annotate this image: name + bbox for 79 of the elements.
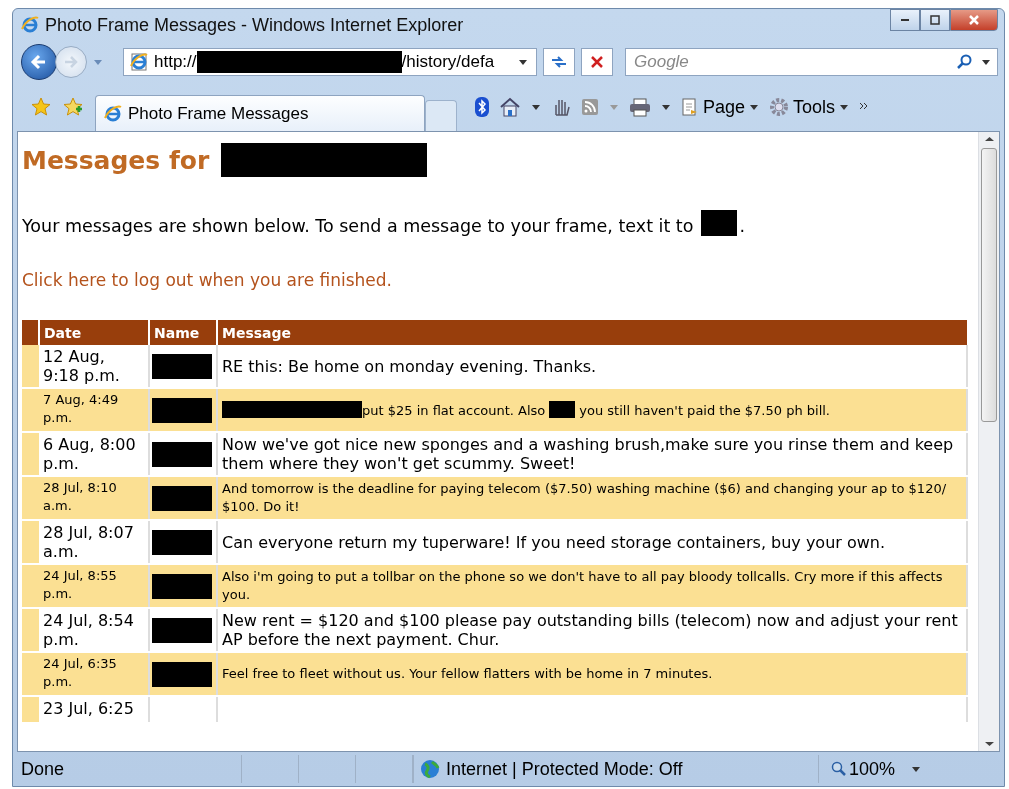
column-header: Message xyxy=(217,320,967,345)
scrollbar[interactable] xyxy=(978,132,999,751)
address-field[interactable]: http:// /history/defa xyxy=(123,48,537,76)
caret-icon xyxy=(839,103,850,111)
row-stripe xyxy=(22,345,39,388)
tools-menu[interactable]: Tools xyxy=(769,96,850,118)
printer-icon[interactable] xyxy=(629,97,651,117)
globe-icon xyxy=(420,759,440,779)
refresh-button[interactable] xyxy=(543,48,575,76)
message-text: Also i'm going to put a tollbar on the phone so we don't have to all pay bloody tollcalls. Cry more if this affects you. xyxy=(222,569,943,602)
message-text: Can everyone return my tuperware! If you need storage containers, buy your own. xyxy=(222,532,886,552)
window-title: Photo Frame Messages - Windows Internet Explorer xyxy=(45,14,464,36)
refresh-icon xyxy=(550,54,568,70)
url-text: /history/defa xyxy=(401,52,495,72)
search-icon[interactable] xyxy=(957,54,973,70)
caret-icon[interactable] xyxy=(911,765,922,773)
browser-logo-icon xyxy=(104,104,122,123)
redaction-bar xyxy=(549,400,576,418)
status-text: Done xyxy=(21,758,66,780)
message-text: RE this: Be home on monday evening. Thanks. xyxy=(222,356,597,376)
page-heading: Messages for xyxy=(22,145,210,175)
page-icon xyxy=(681,98,699,116)
redaction-bar xyxy=(701,210,738,236)
close-icon xyxy=(968,14,980,26)
chevron-icon[interactable] xyxy=(859,102,870,112)
row-stripe xyxy=(22,608,39,652)
table-cell: 24 Jul, 6:35 p.m. xyxy=(39,652,149,696)
tab[interactable]: Photo Frame Messages xyxy=(95,95,425,131)
table-cell: 7 Aug, 4:49 p.m. xyxy=(39,388,149,432)
home-icon[interactable] xyxy=(499,97,521,117)
favorites-star-icon[interactable] xyxy=(31,97,51,117)
table-cell: 28 Jul, 8:10 a.m. xyxy=(39,476,149,520)
minimize-button[interactable] xyxy=(890,9,920,31)
url-text: http:// xyxy=(154,52,197,72)
back-button[interactable] xyxy=(21,44,57,80)
table-cell: 23 Jul, 6:25 xyxy=(39,696,149,722)
stop-icon xyxy=(590,55,604,69)
logout-link[interactable]: Click here to log out when you are finished. xyxy=(22,270,392,290)
message-text: Now we've got nice new sponges and a washing brush,make sure you rinse them and keep them where they won't get scummy. Sweet! xyxy=(222,435,954,473)
minimize-icon xyxy=(901,19,909,21)
message-text: Feel free to fleet without us. Your fellow flatters with be home in 7 minutes. xyxy=(222,666,713,681)
row-stripe xyxy=(22,432,39,476)
table-cell: 24 Jul, 8:55 p.m. xyxy=(39,564,149,608)
page-icon xyxy=(130,53,148,71)
zoom-icon xyxy=(831,761,847,777)
zoom-button[interactable]: 100% xyxy=(831,758,896,780)
caret-icon[interactable] xyxy=(981,58,991,66)
message-text: put $25 in flat account. Also xyxy=(362,402,546,418)
close-button[interactable] xyxy=(950,9,998,31)
column-header: Date xyxy=(39,320,149,345)
row-stripe xyxy=(22,388,39,432)
caret-icon xyxy=(749,103,760,111)
intro-text: . xyxy=(739,216,745,236)
caret-icon[interactable] xyxy=(518,58,528,66)
stop-button[interactable] xyxy=(581,48,613,76)
search-box[interactable]: Google xyxy=(625,48,998,76)
message-text: New rent = $120 and $100 please pay outstanding bills (telecom) now and adjust your rent AP before the next payment. Chur. xyxy=(222,611,958,649)
add-favorite-icon[interactable] xyxy=(63,97,83,117)
page-menu[interactable]: Page xyxy=(681,96,760,118)
feed-icon[interactable] xyxy=(581,98,599,116)
maximize-button[interactable] xyxy=(920,9,950,31)
message-text: And tomorrow is the deadline for paying telecom ($7.50) washing machine ($6) and changing your ap to $120/ $100. Do it! xyxy=(222,481,947,514)
row-stripe xyxy=(22,520,39,564)
scroll-up-icon xyxy=(984,136,994,142)
bluetooth-icon[interactable] xyxy=(475,97,489,117)
row-stripe xyxy=(22,564,39,608)
intro-text: Your messages are shown below. To send a message to your frame, text it to xyxy=(22,216,694,236)
table-header xyxy=(22,320,39,345)
scroll-down-icon xyxy=(984,741,994,747)
gear-icon xyxy=(769,97,790,117)
row-stripe xyxy=(22,476,39,520)
column-header: Name xyxy=(149,320,217,345)
message-text: you still haven't paid the $7.50 ph bill. xyxy=(579,402,830,418)
maximize-icon xyxy=(930,15,940,25)
scrollbar-thumb[interactable] xyxy=(981,148,997,422)
caret-icon[interactable] xyxy=(531,103,541,111)
security-zone-text: Internet | Protected Mode: Off xyxy=(446,758,683,780)
browser-logo-icon xyxy=(21,16,39,34)
caret-icon[interactable] xyxy=(661,103,671,111)
